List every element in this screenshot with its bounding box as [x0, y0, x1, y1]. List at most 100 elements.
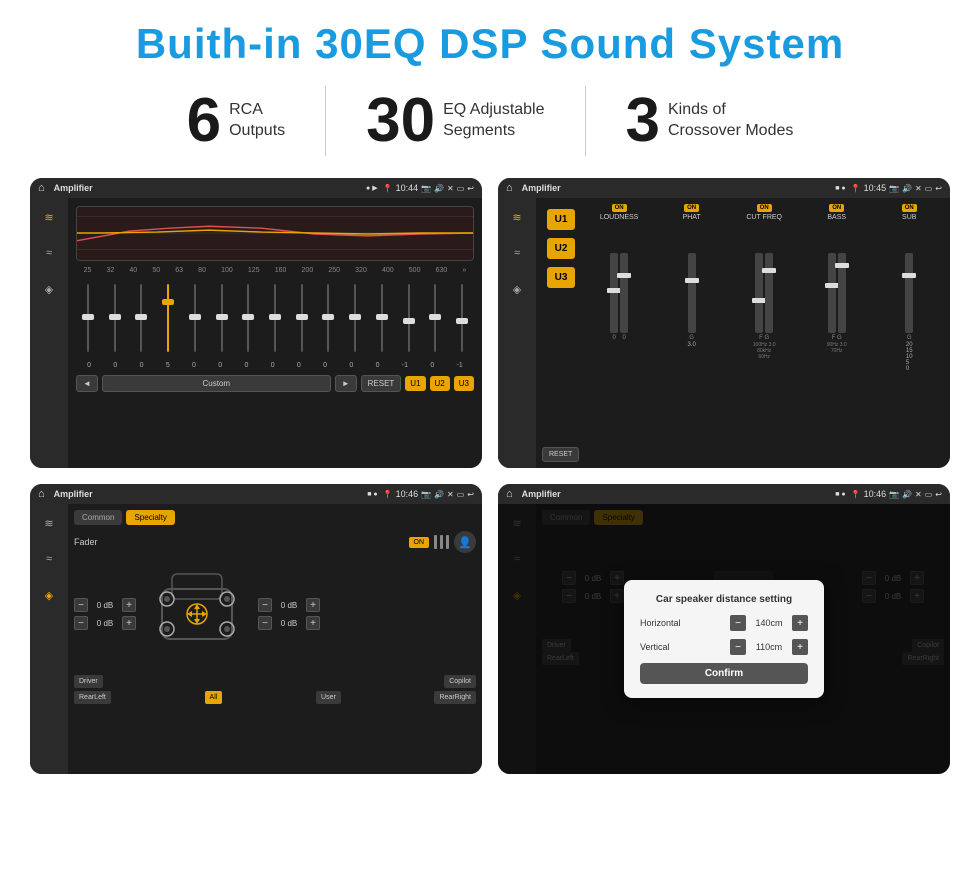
speaker-icon-2[interactable]: ◈: [506, 278, 528, 300]
db2-minus[interactable]: −: [74, 616, 88, 630]
all-btn[interactable]: All: [205, 691, 223, 704]
sub-slider[interactable]: [905, 253, 913, 333]
x-icon: ✕: [447, 184, 454, 193]
next-button[interactable]: ►: [335, 375, 357, 392]
eq-main-area: 2532 4050 6380 100125 160200 250320 4005…: [68, 198, 482, 468]
common-tab[interactable]: Common: [74, 510, 122, 525]
db3-value: 0 dB: [275, 601, 303, 610]
loudness-slider2[interactable]: [620, 253, 628, 333]
cutfreq-label: CUT FREQ: [746, 214, 782, 221]
u2-button[interactable]: U2: [430, 376, 450, 391]
horizontal-value: 140cm: [750, 618, 788, 628]
db1-plus[interactable]: +: [122, 598, 136, 612]
reset-button[interactable]: RESET: [361, 375, 402, 392]
eq-slider-6[interactable]: [236, 278, 260, 358]
db4-minus[interactable]: −: [258, 616, 272, 630]
eq-slider-1[interactable]: [103, 278, 127, 358]
bass-col: ON BASS F G 90Hz 3.0 70Hz: [802, 204, 872, 462]
copilot-btn[interactable]: Copilot: [444, 675, 476, 688]
db3-plus[interactable]: +: [306, 598, 320, 612]
u2-selector[interactable]: U2: [547, 238, 575, 259]
sub-on[interactable]: ON: [902, 204, 917, 212]
eq-icon-2[interactable]: ≋: [506, 206, 528, 228]
horizontal-row: Horizontal − 140cm +: [640, 615, 808, 631]
cutfreq-slider2[interactable]: [765, 253, 773, 333]
vertical-plus[interactable]: +: [792, 639, 808, 655]
custom-button[interactable]: Custom: [102, 375, 331, 392]
location-icon-1: 📍: [383, 184, 393, 193]
app-name-4: Amplifier: [522, 489, 831, 499]
rearleft-btn[interactable]: RearLeft: [74, 691, 111, 704]
rearright-btn[interactable]: RearRight: [434, 691, 476, 704]
loudness-on[interactable]: ON: [612, 204, 627, 212]
speaker-sidebar-icon[interactable]: ◈: [38, 278, 60, 300]
eq-slider-7[interactable]: [263, 278, 287, 358]
eq-slider-2[interactable]: [129, 278, 153, 358]
u1-selector[interactable]: U1: [547, 209, 575, 230]
settings-button[interactable]: 👤: [454, 531, 476, 553]
loudness-slider[interactable]: [610, 253, 618, 333]
eq-slider-13[interactable]: [424, 278, 448, 358]
crossover-main-area: U1 U2 U3 RESET ON LOUDNESS: [536, 198, 950, 468]
crossover-reset-btn[interactable]: RESET: [542, 447, 579, 462]
eq-slider-3[interactable]: [156, 278, 180, 358]
bass-slider2[interactable]: [838, 253, 846, 333]
crossover-screen-card: ⌂ Amplifier ■ ● 📍 10:45 📷 🔊 ✕ ▭ ↩ ≋ ≈ ◈: [498, 178, 950, 468]
eq-slider-8[interactable]: [290, 278, 314, 358]
driver-btn[interactable]: Driver: [74, 675, 103, 688]
specialty-tab[interactable]: Specialty: [126, 510, 174, 525]
bass-label: BASS: [827, 214, 846, 221]
db3-minus[interactable]: −: [258, 598, 272, 612]
eq-sidebar-icon[interactable]: ≋: [38, 206, 60, 228]
fader-label: Fader: [74, 537, 98, 547]
bottom-row-1: Driver Copilot: [74, 675, 476, 688]
db4-value: 0 dB: [275, 619, 303, 628]
status-icons-3: 📍 10:46 📷 🔊 ✕ ▭ ↩: [383, 489, 474, 499]
u3-selector[interactable]: U3: [547, 267, 575, 288]
db1-minus[interactable]: −: [74, 598, 88, 612]
eq-slider-9[interactable]: [317, 278, 341, 358]
eq-icon-3[interactable]: ≋: [38, 512, 60, 534]
eq-slider-0[interactable]: [76, 278, 100, 358]
u1-button[interactable]: U1: [405, 376, 425, 391]
db2-plus[interactable]: +: [122, 616, 136, 630]
eq-slider-12[interactable]: [397, 278, 421, 358]
cutfreq-on[interactable]: ON: [757, 204, 772, 212]
confirm-button[interactable]: Confirm: [640, 663, 808, 684]
stat-crossover-number: 3: [626, 90, 660, 152]
left-sidebar-2: ≋ ≈ ◈: [498, 198, 536, 468]
horizontal-minus[interactable]: −: [730, 615, 746, 631]
status-icons-1: 📍 10:44 📷 🔊 ✕ ▭ ↩: [383, 183, 474, 193]
wave-icon-2[interactable]: ≈: [506, 242, 528, 264]
bass-on[interactable]: ON: [829, 204, 844, 212]
status-icons-4: 📍 10:46 📷 🔊 ✕ ▭ ↩: [851, 489, 942, 499]
phat-slider[interactable]: [688, 253, 696, 333]
db-control-4: − 0 dB +: [258, 616, 320, 630]
vertical-minus[interactable]: −: [730, 639, 746, 655]
u3-button[interactable]: U3: [454, 376, 474, 391]
speaker-icon-3[interactable]: ◈: [38, 584, 60, 606]
eq-controls: ◄ Custom ► RESET U1 U2 U3: [76, 375, 474, 392]
eq-sliders-group: [76, 278, 474, 358]
vol-icon: 🔊: [434, 184, 444, 193]
horizontal-plus[interactable]: +: [792, 615, 808, 631]
vertical-input: − 110cm +: [730, 639, 808, 655]
cutfreq-slider1[interactable]: [755, 253, 763, 333]
wave-sidebar-icon[interactable]: ≈: [38, 242, 60, 264]
home-icon-3: ⌂: [38, 488, 45, 500]
left-db-controls: − 0 dB + − 0 dB +: [74, 598, 136, 630]
prev-button[interactable]: ◄: [76, 375, 98, 392]
eq-slider-5[interactable]: [210, 278, 234, 358]
wave-icon-3[interactable]: ≈: [38, 548, 60, 570]
phat-on[interactable]: ON: [684, 204, 699, 212]
fader-on-toggle[interactable]: ON: [409, 537, 430, 548]
eq-freq-labels: 2532 4050 6380 100125 160200 250320 4005…: [76, 267, 474, 274]
eq-slider-4[interactable]: [183, 278, 207, 358]
car-diagram: [142, 559, 252, 669]
user-btn[interactable]: User: [316, 691, 341, 704]
eq-slider-11[interactable]: [370, 278, 394, 358]
eq-screen-card: ⌂ Amplifier ● ▶ 📍 10:44 📷 🔊 ✕ ▭ ↩ ≋ ≈ ◈: [30, 178, 482, 468]
db4-plus[interactable]: +: [306, 616, 320, 630]
eq-slider-10[interactable]: [343, 278, 367, 358]
eq-slider-14[interactable]: [450, 278, 474, 358]
